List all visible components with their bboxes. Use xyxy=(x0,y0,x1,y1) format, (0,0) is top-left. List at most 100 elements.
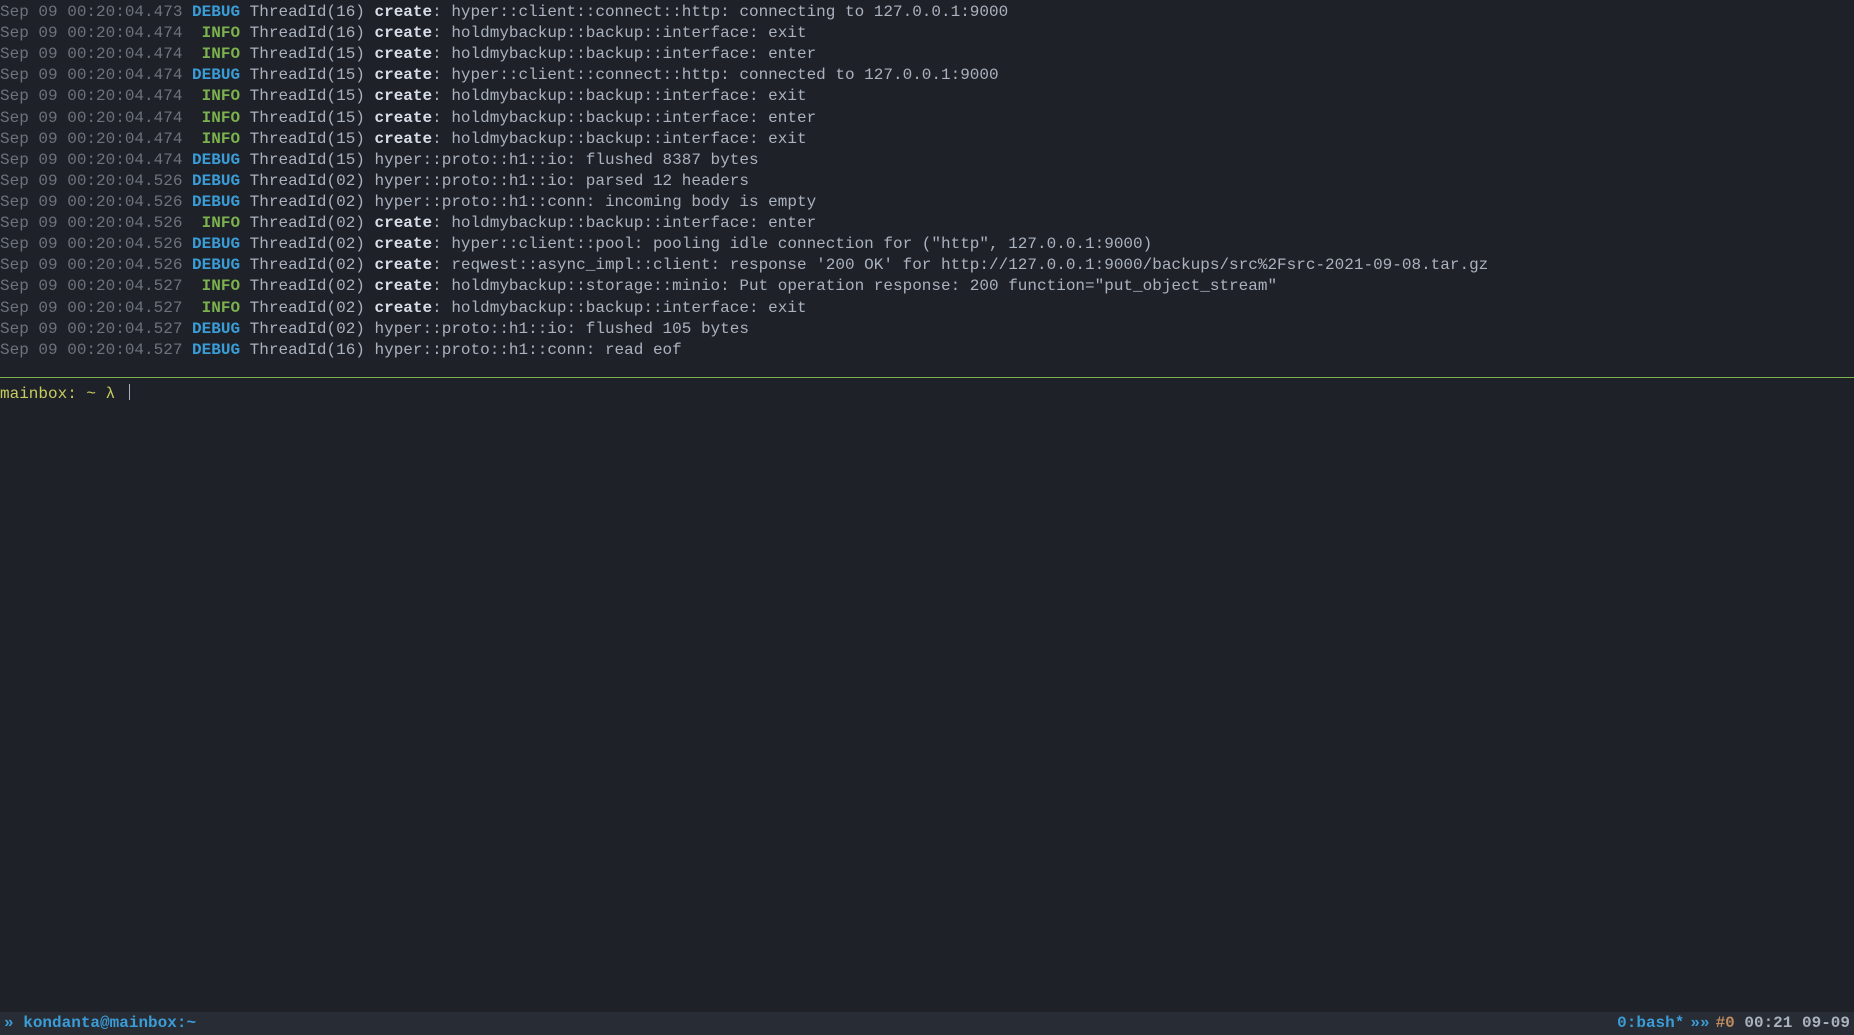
log-line: Sep 09 00:20:04.474 INFO ThreadId(15) cr… xyxy=(0,129,1854,150)
log-message: hyper::proto::h1::conn: incoming body is… xyxy=(375,193,817,211)
prompt-lambda-icon: λ xyxy=(106,385,116,403)
log-thread: ThreadId(15) xyxy=(250,151,365,169)
log-thread: ThreadId(15) xyxy=(250,66,365,84)
prompt-host: mainbox: ~ xyxy=(0,385,96,403)
log-span-create: create xyxy=(375,66,433,84)
log-level: INFO xyxy=(192,87,240,105)
log-timestamp: Sep 09 00:20:04.474 xyxy=(0,45,182,63)
log-span-create: create xyxy=(375,299,433,317)
log-level: DEBUG xyxy=(192,320,240,338)
log-level: DEBUG xyxy=(192,3,240,21)
log-thread: ThreadId(02) xyxy=(250,235,365,253)
log-thread: ThreadId(02) xyxy=(250,256,365,274)
log-level: INFO xyxy=(192,277,240,295)
log-message: hyper::proto::h1::io: flushed 105 bytes xyxy=(375,320,749,338)
log-message: hyper::client::connect::http: connecting… xyxy=(451,3,1008,21)
log-line: Sep 09 00:20:04.526 DEBUG ThreadId(02) c… xyxy=(0,255,1854,276)
shell-prompt[interactable]: mainbox: ~ λ xyxy=(0,384,1854,405)
log-timestamp: Sep 09 00:20:04.474 xyxy=(0,24,182,42)
log-level: DEBUG xyxy=(192,151,240,169)
log-thread: ThreadId(16) xyxy=(250,24,365,42)
log-thread: ThreadId(15) xyxy=(250,130,365,148)
log-span-create: create xyxy=(375,130,433,148)
log-thread: ThreadId(02) xyxy=(250,299,365,317)
log-level: INFO xyxy=(192,109,240,127)
log-level: INFO xyxy=(192,299,240,317)
log-timestamp: Sep 09 00:20:04.526 xyxy=(0,235,182,253)
log-timestamp: Sep 09 00:20:04.527 xyxy=(0,277,182,295)
log-thread: ThreadId(02) xyxy=(250,193,365,211)
log-line: Sep 09 00:20:04.474 INFO ThreadId(16) cr… xyxy=(0,23,1854,44)
log-message: holdmybackup::backup::interface: enter xyxy=(451,214,816,232)
log-message: holdmybackup::backup::interface: enter xyxy=(451,109,816,127)
log-span-create: create xyxy=(375,87,433,105)
chevron-right-icon: » xyxy=(4,1013,14,1034)
log-line: Sep 09 00:20:04.527 INFO ThreadId(02) cr… xyxy=(0,276,1854,297)
log-timestamp: Sep 09 00:20:04.526 xyxy=(0,214,182,232)
log-span-create: create xyxy=(375,277,433,295)
log-timestamp: Sep 09 00:20:04.526 xyxy=(0,172,182,190)
log-level: DEBUG xyxy=(192,341,240,359)
log-level: DEBUG xyxy=(192,256,240,274)
log-timestamp: Sep 09 00:20:04.474 xyxy=(0,151,182,169)
log-message: hyper::proto::h1::io: parsed 12 headers xyxy=(375,172,749,190)
log-level: INFO xyxy=(192,130,240,148)
log-thread: ThreadId(15) xyxy=(250,109,365,127)
log-level: DEBUG xyxy=(192,193,240,211)
log-timestamp: Sep 09 00:20:04.527 xyxy=(0,320,182,338)
status-left: » kondanta@mainbox:~ xyxy=(4,1013,196,1034)
log-message: holdmybackup::backup::interface: exit xyxy=(451,299,806,317)
log-timestamp: Sep 09 00:20:04.474 xyxy=(0,66,182,84)
log-thread: ThreadId(15) xyxy=(250,87,365,105)
log-thread: ThreadId(02) xyxy=(250,214,365,232)
log-thread: ThreadId(16) xyxy=(250,3,365,21)
log-line: Sep 09 00:20:04.527 INFO ThreadId(02) cr… xyxy=(0,298,1854,319)
log-message: holdmybackup::backup::interface: enter xyxy=(451,45,816,63)
log-thread: ThreadId(02) xyxy=(250,320,365,338)
log-message: hyper::proto::h1::conn: read eof xyxy=(375,341,682,359)
log-level: INFO xyxy=(192,214,240,232)
status-pane-index: #0 xyxy=(1716,1014,1735,1032)
log-line: Sep 09 00:20:04.473 DEBUG ThreadId(16) c… xyxy=(0,2,1854,23)
log-message: hyper::proto::h1::io: flushed 8387 bytes xyxy=(375,151,759,169)
status-right: 0:bash*»» #0 00:21 09-09 xyxy=(1617,1013,1850,1034)
log-timestamp: Sep 09 00:20:04.473 xyxy=(0,3,182,21)
log-span-create: create xyxy=(375,235,433,253)
log-line: Sep 09 00:20:04.474 DEBUG ThreadId(15) h… xyxy=(0,150,1854,171)
log-line: Sep 09 00:20:04.526 DEBUG ThreadId(02) c… xyxy=(0,234,1854,255)
cursor-icon xyxy=(129,384,140,400)
log-timestamp: Sep 09 00:20:04.527 xyxy=(0,341,182,359)
tmux-statusbar: » kondanta@mainbox:~ 0:bash*»» #0 00:21 … xyxy=(0,1012,1854,1035)
log-span-create: create xyxy=(375,3,433,21)
log-timestamp: Sep 09 00:20:04.474 xyxy=(0,87,182,105)
status-tab[interactable]: 0:bash* xyxy=(1617,1013,1684,1034)
log-output: Sep 09 00:20:04.473 DEBUG ThreadId(16) c… xyxy=(0,0,1854,363)
log-message: holdmybackup::backup::interface: exit xyxy=(451,24,806,42)
log-line: Sep 09 00:20:04.474 INFO ThreadId(15) cr… xyxy=(0,86,1854,107)
log-line: Sep 09 00:20:04.526 INFO ThreadId(02) cr… xyxy=(0,213,1854,234)
log-line: Sep 09 00:20:04.474 INFO ThreadId(15) cr… xyxy=(0,108,1854,129)
log-message: holdmybackup::backup::interface: exit xyxy=(451,87,806,105)
log-level: INFO xyxy=(192,45,240,63)
log-message: holdmybackup::storage::minio: Put operat… xyxy=(451,277,1277,295)
log-message: reqwest::async_impl::client: response '2… xyxy=(451,256,1488,274)
log-message: holdmybackup::backup::interface: exit xyxy=(451,130,806,148)
status-user-host: kondanta@mainbox:~ xyxy=(23,1013,196,1034)
log-line: Sep 09 00:20:04.526 DEBUG ThreadId(02) h… xyxy=(0,192,1854,213)
log-span-create: create xyxy=(375,256,433,274)
log-timestamp: Sep 09 00:20:04.474 xyxy=(0,130,182,148)
double-chevron-icon: »» xyxy=(1690,1013,1709,1034)
log-line: Sep 09 00:20:04.527 DEBUG ThreadId(02) h… xyxy=(0,319,1854,340)
log-level: DEBUG xyxy=(192,172,240,190)
log-timestamp: Sep 09 00:20:04.527 xyxy=(0,299,182,317)
log-thread: ThreadId(16) xyxy=(250,341,365,359)
log-timestamp: Sep 09 00:20:04.526 xyxy=(0,193,182,211)
log-span-create: create xyxy=(375,214,433,232)
log-message: hyper::client::connect::http: connected … xyxy=(451,66,998,84)
pane-separator xyxy=(0,377,1854,378)
log-thread: ThreadId(15) xyxy=(250,45,365,63)
log-line: Sep 09 00:20:04.526 DEBUG ThreadId(02) h… xyxy=(0,171,1854,192)
log-thread: ThreadId(02) xyxy=(250,277,365,295)
log-span-create: create xyxy=(375,109,433,127)
log-message: hyper::client::pool: pooling idle connec… xyxy=(451,235,1152,253)
